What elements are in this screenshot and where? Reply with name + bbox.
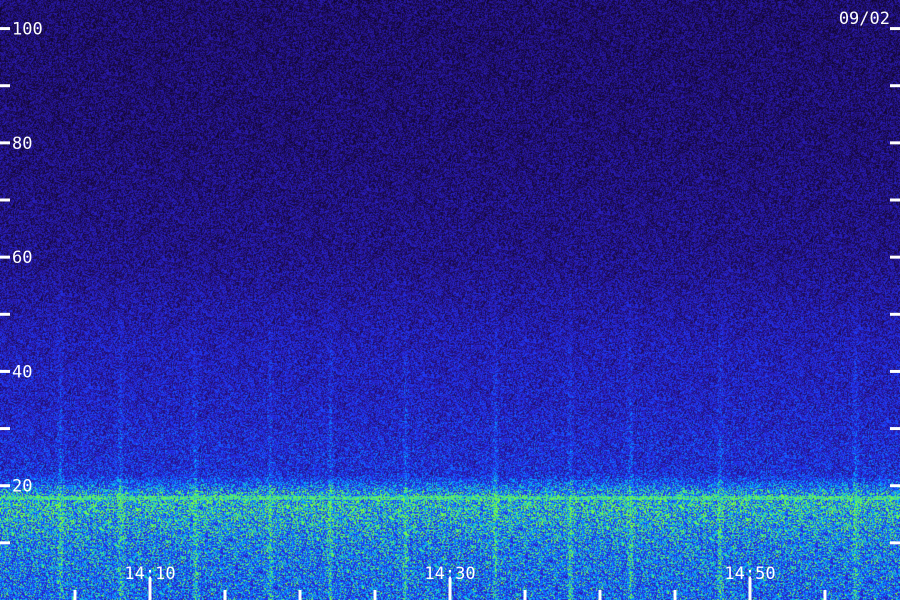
x-axis: 14:10 14:30 14:50: [73, 564, 827, 600]
y-tick-label: 80: [12, 134, 32, 154]
y-axis: 100 80 60 40 20: [0, 20, 900, 545]
y-tick-label: 100: [12, 20, 43, 40]
spectrogram-chart: 100 80 60 40 20 14:10 14:30 14:50 09/02: [0, 0, 900, 600]
date-label: 09/02: [839, 9, 890, 29]
x-tick-label: 14:10: [124, 564, 175, 584]
x-tick-label: 14:50: [724, 564, 775, 584]
x-tick-label: 14:30: [424, 564, 475, 584]
axis-overlay: 100 80 60 40 20 14:10 14:30 14:50 09/02: [0, 9, 900, 600]
y-tick-label: 60: [12, 248, 32, 268]
y-tick-label: 40: [12, 362, 32, 382]
y-tick-label: 20: [12, 477, 32, 497]
